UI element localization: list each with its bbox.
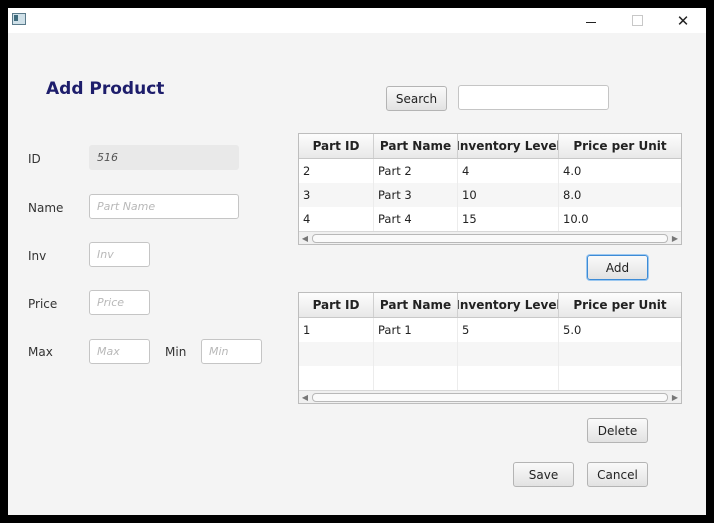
column-header-price-per-unit[interactable]: Price per Unit (559, 293, 681, 317)
id-label: ID (28, 152, 41, 166)
horizontal-scrollbar[interactable]: ◀ ▶ (299, 231, 681, 244)
min-field[interactable] (201, 339, 262, 364)
cell-price-per-unit (559, 342, 681, 366)
page-title: Add Product (46, 79, 165, 99)
cell-inventory-level: 10 (458, 183, 559, 207)
inv-field[interactable] (89, 242, 150, 267)
column-header-inventory-level[interactable]: Inventory Level (458, 134, 559, 158)
table-row[interactable]: 1 Part 1 5 5.0 (299, 318, 681, 342)
cell-part-id: 3 (299, 183, 374, 207)
scroll-right-icon[interactable]: ▶ (669, 391, 681, 403)
save-button[interactable]: Save (513, 462, 574, 487)
price-field[interactable] (89, 290, 150, 315)
search-button[interactable]: Search (386, 86, 447, 111)
cell-price-per-unit: 10.0 (563, 212, 589, 226)
cell-part-name: Part 3 (374, 183, 458, 207)
cell-part-id: 4 (299, 207, 374, 231)
cell-price-per-unit (559, 366, 681, 390)
table-header: Part ID Part Name Inventory Level Price … (299, 134, 681, 159)
id-field (89, 145, 239, 170)
cell-inventory-level: 5 (458, 318, 559, 342)
cell-price-per-unit: 8.0 (563, 188, 582, 202)
maximize-icon[interactable] (614, 8, 660, 33)
minimize-icon[interactable] (568, 8, 614, 33)
column-header-inventory-level[interactable]: Inventory Level (458, 293, 559, 317)
table-header: Part ID Part Name Inventory Level Price … (299, 293, 681, 318)
column-header-part-id[interactable]: Part ID (299, 134, 374, 158)
add-product-window: ✕ Add Product ID Name Inv Price Max Min … (8, 8, 706, 515)
column-header-part-name[interactable]: Part Name (374, 293, 458, 317)
cell-inventory-level (458, 366, 559, 390)
cell-inventory-level (458, 342, 559, 366)
cell-part-id (299, 366, 374, 390)
app-window-icon (12, 13, 26, 25)
cell-price-per-unit: 4.0 (563, 164, 582, 178)
add-button[interactable]: Add (587, 255, 648, 280)
max-label: Max (28, 345, 53, 359)
cell-part-name: Part 4 (374, 207, 458, 231)
cell-inventory-level: 15 (458, 207, 559, 231)
cell-part-name (374, 366, 458, 390)
cell-part-id: 1 (299, 318, 374, 342)
title-bar: ✕ (8, 8, 706, 33)
scroll-right-icon[interactable]: ▶ (669, 232, 681, 244)
cell-price-per-unit: 5.0 (563, 323, 582, 337)
table-row[interactable]: 2 Part 2 4 4.0 (299, 159, 681, 183)
close-icon[interactable]: ✕ (660, 8, 706, 33)
name-label: Name (28, 201, 64, 215)
price-label: Price (28, 297, 58, 311)
min-label: Min (165, 345, 187, 359)
horizontal-scrollbar[interactable]: ◀ ▶ (299, 390, 681, 403)
name-field[interactable] (89, 194, 239, 219)
associated-parts-table: Part ID Part Name Inventory Level Price … (298, 292, 682, 404)
table-row[interactable]: 4 Part 4 15 10.0 (299, 207, 681, 231)
search-input[interactable] (458, 85, 609, 110)
delete-button[interactable]: Delete (587, 418, 648, 443)
cell-part-name: Part 2 (374, 159, 458, 183)
cell-part-name: Part 1 (374, 318, 458, 342)
cell-inventory-level: 4 (458, 159, 559, 183)
scrollbar-thumb[interactable] (312, 234, 668, 243)
inv-label: Inv (28, 249, 47, 263)
column-header-part-name[interactable]: Part Name (374, 134, 458, 158)
column-header-part-id[interactable]: Part ID (299, 293, 374, 317)
table-row[interactable]: 3 Part 3 10 8.0 (299, 183, 681, 207)
scroll-left-icon[interactable]: ◀ (299, 232, 311, 244)
cancel-button[interactable]: Cancel (587, 462, 648, 487)
available-parts-table: Part ID Part Name Inventory Level Price … (298, 133, 682, 245)
scroll-left-icon[interactable]: ◀ (299, 391, 311, 403)
scrollbar-thumb[interactable] (312, 393, 668, 402)
cell-part-name (374, 342, 458, 366)
table-row[interactable] (299, 342, 681, 366)
cell-part-id (299, 342, 374, 366)
column-header-price-per-unit[interactable]: Price per Unit (559, 134, 681, 158)
cell-part-id: 2 (299, 159, 374, 183)
max-field[interactable] (89, 339, 150, 364)
table-row[interactable] (299, 366, 681, 390)
